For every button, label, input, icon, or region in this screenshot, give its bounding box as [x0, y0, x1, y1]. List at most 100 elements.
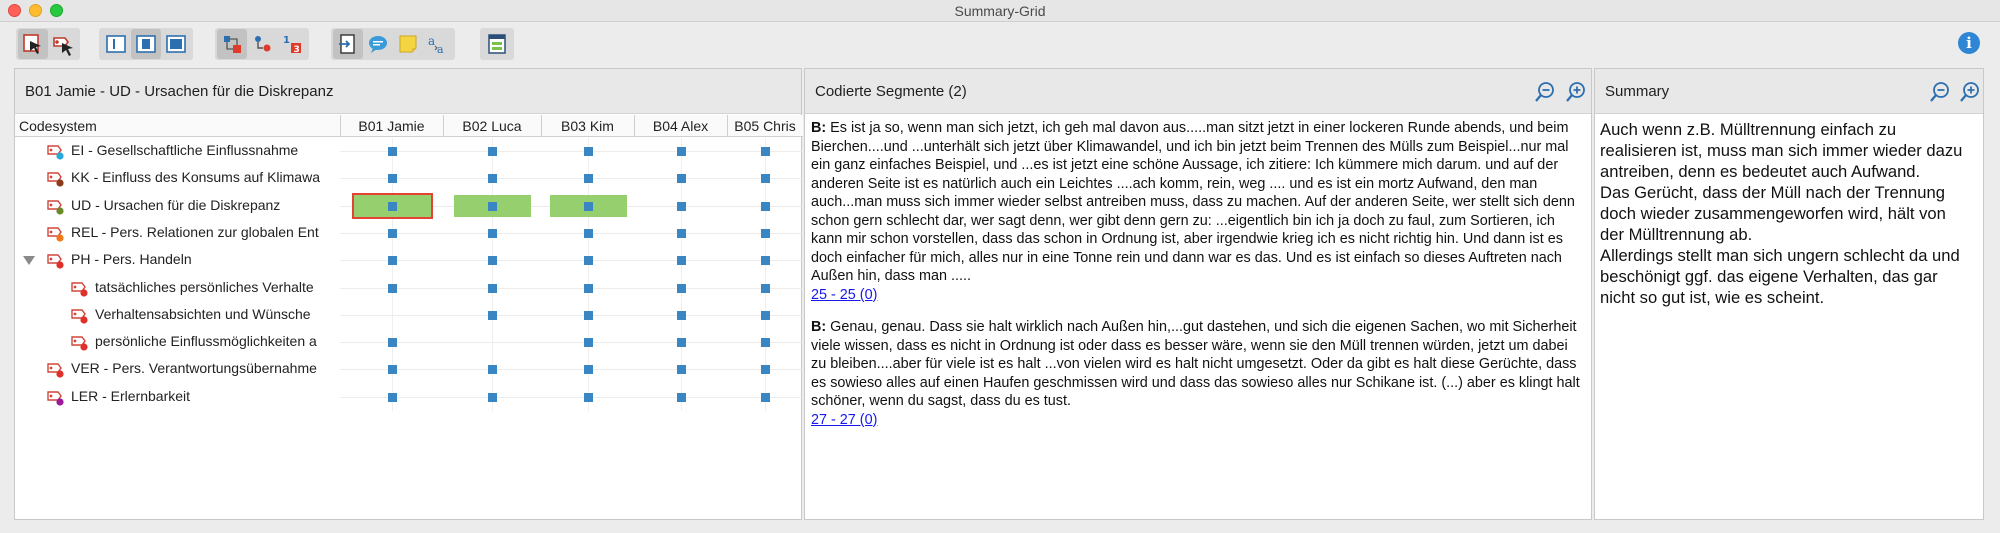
code-row[interactable]: REL - Pers. Relationen zur globalen Ent	[15, 220, 803, 247]
filter-codes-button[interactable]	[48, 29, 78, 59]
filter-documents-button[interactable]	[18, 29, 48, 59]
grid-cell-marker[interactable]	[677, 147, 686, 156]
code-row[interactable]: persönliche Einflussmöglichkeiten a	[15, 329, 803, 356]
codesystem-header[interactable]: Codesystem	[15, 115, 340, 137]
column-separator[interactable]	[634, 115, 635, 137]
code-row[interactable]: PH - Pers. Handeln	[15, 247, 803, 274]
grid-cell-marker[interactable]	[761, 201, 770, 211]
grid-cell-marker[interactable]	[677, 174, 686, 184]
memo-button[interactable]	[393, 29, 423, 59]
table-button[interactable]	[482, 29, 512, 59]
grid-cell-marker[interactable]	[584, 338, 593, 348]
grid-cell-marker[interactable]	[761, 365, 770, 375]
grid-cell-marker[interactable]	[761, 392, 770, 402]
grid-cell-marker[interactable]	[677, 310, 686, 320]
filter-codes-icon	[53, 37, 73, 56]
column-header-4[interactable]: B04 Alex	[634, 115, 727, 137]
segment-source-link[interactable]: 27 - 27 (0)	[811, 412, 877, 428]
grid-cell-marker[interactable]	[677, 228, 686, 238]
display-group: 13	[215, 28, 309, 60]
column-separator[interactable]	[443, 115, 444, 137]
code-row[interactable]: KK - Einfluss des Konsums auf Klimawa	[15, 165, 803, 192]
code-row[interactable]: Verhaltensabsichten und Wünsche	[15, 302, 803, 329]
column-header-1[interactable]: B01 Jamie	[340, 115, 443, 137]
grid-cell-marker[interactable]	[388, 365, 397, 375]
view-middle-icon	[136, 35, 156, 53]
grid-cell-marker[interactable]	[584, 174, 593, 184]
expand-arrow-icon[interactable]	[23, 256, 35, 266]
numbers-icon: 13	[283, 35, 301, 55]
grid-panel-title: B01 Jamie - UD - Ursachen für die Diskre…	[25, 83, 334, 100]
grid-cell-marker[interactable]	[677, 338, 686, 348]
grid-cell-marker[interactable]	[388, 201, 397, 211]
segment-item: B: Genau, genau. Dass sie halt wirklich …	[811, 318, 1583, 429]
grid-cell-marker[interactable]	[388, 147, 397, 156]
grid-cell-marker[interactable]	[388, 338, 397, 348]
code-label: Verhaltensabsichten und Wünsche	[95, 305, 311, 322]
view-left-button[interactable]	[101, 29, 131, 59]
code-row[interactable]: LER - Erlernbarkeit	[15, 384, 803, 411]
code-row[interactable]: tatsächliches persönliches Verhalte	[15, 275, 803, 302]
code-label: VER - Pers. Verantwortungsübernahme	[71, 360, 317, 377]
code-row[interactable]: VER - Pers. Verantwortungsübernahme	[15, 356, 803, 383]
hierarchy-button[interactable]	[247, 29, 277, 59]
grid-cell-marker[interactable]	[488, 147, 497, 156]
column-separator[interactable]	[541, 115, 542, 137]
summary-text[interactable]: Auch wenn z.B. Mülltrennung einfach zu r…	[1600, 119, 1973, 308]
zoom-out-icon[interactable]	[1929, 81, 1951, 103]
grid-cell-marker[interactable]	[584, 147, 593, 156]
grid-cell-marker[interactable]	[488, 174, 497, 184]
export-button[interactable]	[333, 29, 363, 59]
view-middle-button[interactable]	[131, 29, 161, 59]
grid-cell-marker[interactable]	[388, 392, 397, 402]
grid-cell-marker[interactable]	[488, 228, 497, 238]
segment-source-link[interactable]: 25 - 25 (0)	[811, 287, 877, 303]
code-row[interactable]: UD - Ursachen für die Diskrepanz	[15, 192, 803, 220]
column-header-3[interactable]: B03 Kim	[541, 115, 634, 137]
info-icon[interactable]: i	[1958, 32, 1980, 54]
grid-cell-marker[interactable]	[584, 310, 593, 320]
zoom-out-icon[interactable]	[1534, 81, 1556, 103]
grid-cell-marker[interactable]	[388, 256, 397, 266]
view-right-button[interactable]	[161, 29, 191, 59]
grid-cell-marker[interactable]	[761, 283, 770, 293]
grid-cell-marker[interactable]	[761, 174, 770, 184]
code-row[interactable]: EI - Gesellschaftliche Einflussnahme	[15, 138, 803, 165]
font-size-button[interactable]: aa	[423, 29, 453, 59]
grid-cell-marker[interactable]	[677, 283, 686, 293]
grid-cell-marker[interactable]	[388, 283, 397, 293]
grid-cell-marker[interactable]	[761, 147, 770, 156]
grid-cell-marker[interactable]	[488, 283, 497, 293]
grid-cell-marker[interactable]	[488, 256, 497, 266]
grid-cell-marker[interactable]	[584, 256, 593, 266]
grid-cell-marker[interactable]	[388, 228, 397, 238]
grid-cell-marker[interactable]	[677, 392, 686, 402]
column-separator[interactable]	[727, 115, 728, 137]
grid-cell-marker[interactable]	[761, 310, 770, 320]
grid-cell-marker[interactable]	[488, 392, 497, 402]
comment-button[interactable]	[363, 29, 393, 59]
grid-cell-marker[interactable]	[488, 365, 497, 375]
grid-cell-marker[interactable]	[584, 365, 593, 375]
grid-cell-marker[interactable]	[584, 228, 593, 238]
zoom-in-icon[interactable]	[1565, 81, 1587, 103]
column-header-5[interactable]: B05 Chris	[727, 115, 803, 137]
grid-cell-marker[interactable]	[488, 201, 497, 211]
grid-cell-marker[interactable]	[584, 201, 593, 211]
grid-cell-marker[interactable]	[677, 256, 686, 266]
column-separator[interactable]	[340, 115, 341, 137]
zoom-in-icon[interactable]	[1959, 81, 1981, 103]
grid-cell-marker[interactable]	[584, 392, 593, 402]
grid-cell-marker[interactable]	[388, 174, 397, 184]
grid-cell-marker[interactable]	[677, 201, 686, 211]
grid-cell-marker[interactable]	[761, 256, 770, 266]
column-header-2[interactable]: B02 Luca	[443, 115, 541, 137]
code-tag-icon	[47, 363, 64, 378]
grid-cell-marker[interactable]	[584, 283, 593, 293]
grid-view-button[interactable]	[217, 29, 247, 59]
numbers-button[interactable]: 13	[277, 29, 307, 59]
grid-cell-marker[interactable]	[761, 338, 770, 348]
grid-cell-marker[interactable]	[677, 365, 686, 375]
grid-cell-marker[interactable]	[488, 310, 497, 320]
grid-cell-marker[interactable]	[761, 228, 770, 238]
